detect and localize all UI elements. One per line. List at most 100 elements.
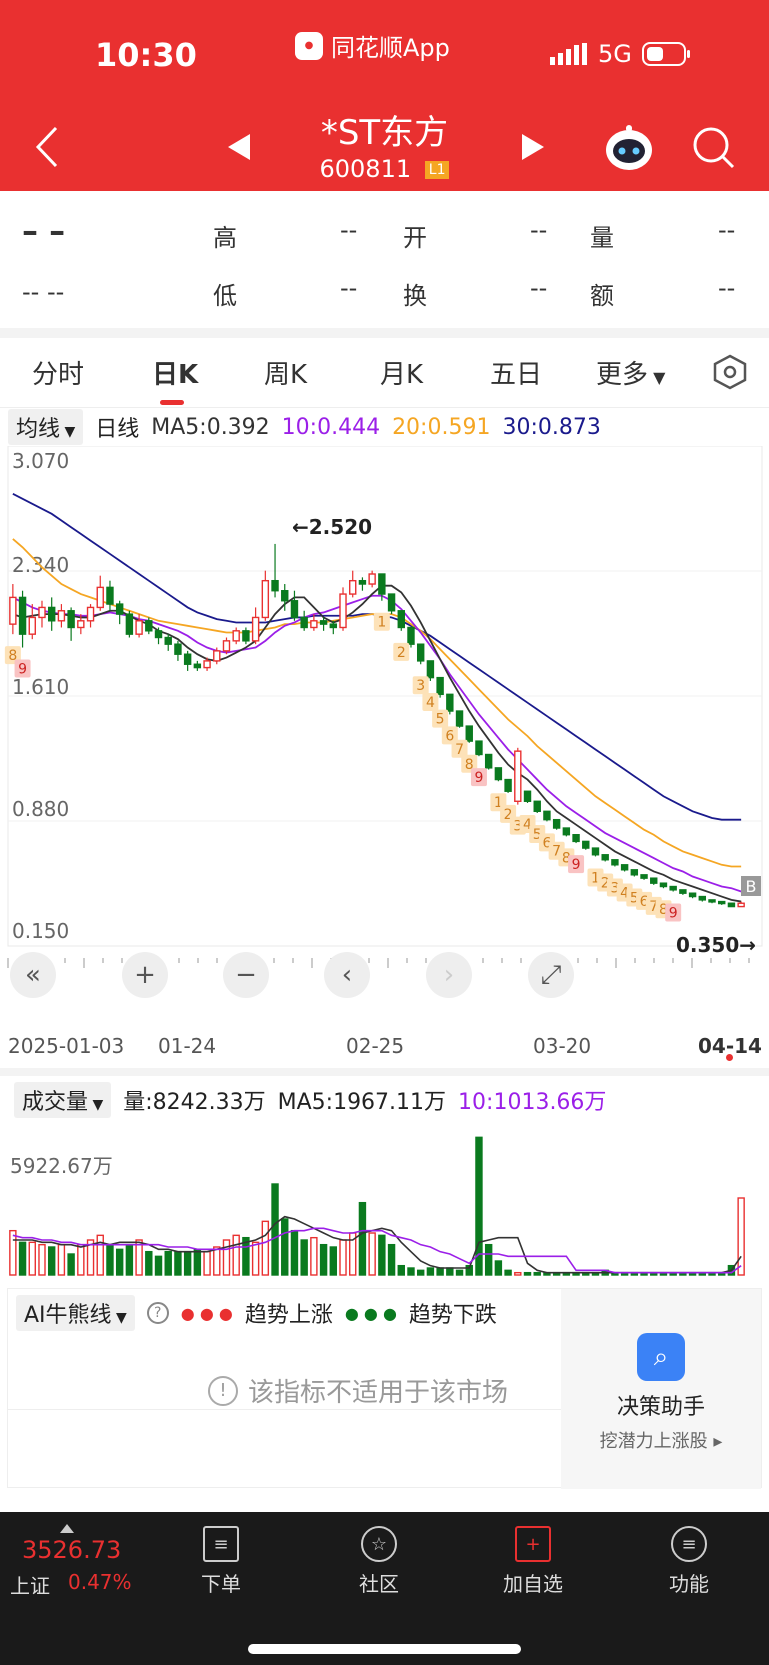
help-icon[interactable]: ? bbox=[146, 1302, 169, 1324]
candle bbox=[533, 800, 541, 813]
td-seq-number: 9 bbox=[474, 770, 483, 786]
volume-bar bbox=[281, 1218, 289, 1276]
td-seq-number: 9 bbox=[572, 857, 581, 873]
status-time: 10:30 bbox=[95, 36, 197, 74]
tab-monthly-k[interactable]: 月K bbox=[380, 354, 423, 391]
volume-bar bbox=[193, 1248, 202, 1276]
functions-button[interactable]: ≡ 功能 bbox=[644, 1526, 734, 1597]
caret-down-icon: ▼ bbox=[88, 1097, 104, 1113]
volume-chart[interactable]: 5922.67万 bbox=[0, 1120, 769, 1280]
volume-bar bbox=[28, 1241, 36, 1276]
volume-bar bbox=[319, 1243, 328, 1276]
volume-bar bbox=[115, 1248, 124, 1276]
tab-daily-k[interactable]: 日K bbox=[152, 354, 198, 391]
volume-bar bbox=[358, 1201, 367, 1276]
community-label: 社区 bbox=[359, 1572, 399, 1596]
chevron-down-icon: ▼ bbox=[648, 368, 666, 387]
panel-divider bbox=[8, 1409, 563, 1410]
tab-five-day[interactable]: 五日 bbox=[490, 354, 542, 391]
candle bbox=[300, 616, 308, 629]
rewind-icon[interactable]: « bbox=[10, 952, 56, 998]
scroll-left-icon[interactable]: ‹ bbox=[324, 952, 370, 998]
candle bbox=[688, 892, 697, 898]
trend-down-label: 趋势下跌 bbox=[408, 1303, 497, 1328]
volume-bar bbox=[416, 1269, 425, 1276]
volume-select[interactable]: 成交量 ▼ bbox=[14, 1082, 112, 1118]
volume-bar bbox=[397, 1264, 405, 1276]
assistant-sub-text: 挖潜力上涨股 bbox=[599, 1431, 708, 1452]
assistant-search-icon: ⌕ bbox=[637, 1333, 685, 1381]
candle bbox=[640, 874, 648, 879]
candle bbox=[203, 660, 211, 669]
candle bbox=[67, 610, 75, 629]
candle bbox=[679, 889, 687, 894]
community-button[interactable]: ☆ 社区 bbox=[334, 1526, 424, 1597]
scroll-right-icon[interactable]: › bbox=[426, 952, 472, 998]
tab-intraday[interactable]: 分时 bbox=[32, 354, 84, 391]
candle bbox=[358, 579, 367, 585]
high-annotation: ←2.520 bbox=[292, 515, 372, 539]
period-label: 日线 bbox=[95, 417, 140, 442]
indicator-select[interactable]: 均线 ▼ bbox=[8, 409, 84, 445]
volume-bar bbox=[183, 1250, 192, 1276]
tab-more[interactable]: 更多 ▼ bbox=[596, 354, 665, 391]
candle bbox=[455, 710, 464, 727]
label-low: 低 bbox=[213, 282, 237, 310]
volume-bar bbox=[290, 1229, 299, 1276]
candle bbox=[281, 590, 289, 602]
volume-value: 量:8242.33万 bbox=[123, 1090, 266, 1115]
volume-bar bbox=[300, 1239, 308, 1276]
candle bbox=[582, 840, 590, 849]
candle bbox=[378, 573, 386, 595]
volume-bar bbox=[125, 1243, 134, 1276]
candle bbox=[650, 877, 658, 884]
candle bbox=[145, 620, 153, 632]
volume-bar bbox=[504, 1269, 512, 1276]
td-seq-number: 5 bbox=[436, 712, 445, 728]
status-app-name: 同花顺App bbox=[331, 34, 450, 62]
value-low: -- bbox=[340, 274, 358, 302]
chart-controls: « + − ‹ › ⤢ bbox=[0, 952, 769, 1002]
candle bbox=[659, 882, 668, 888]
volume-bar bbox=[213, 1246, 221, 1276]
ma5-line bbox=[12, 584, 742, 903]
volume-bar bbox=[261, 1220, 270, 1276]
app-root: 10:30 ● 同花顺App 5G *ST东方 600811 L1 – – --… bbox=[0, 0, 769, 1665]
candle bbox=[504, 778, 512, 792]
status-right: 5G bbox=[550, 40, 692, 68]
kline-chart[interactable]: 3.0702.3401.6100.8800.15089123456789123 4… bbox=[0, 446, 769, 1016]
volume-bar bbox=[533, 1271, 541, 1276]
candle bbox=[514, 750, 522, 802]
next-stock-icon[interactable] bbox=[522, 134, 544, 160]
search-icon[interactable] bbox=[692, 126, 736, 170]
last-price: – – bbox=[22, 212, 66, 250]
settings-hexagon-icon[interactable] bbox=[712, 354, 748, 390]
ai-indicator-select[interactable]: AI牛熊线 ▼ bbox=[16, 1295, 135, 1331]
volume-ma10: 10:1013.66万 bbox=[458, 1090, 607, 1115]
document-icon: ≡ bbox=[203, 1526, 239, 1562]
tab-weekly-k[interactable]: 周K bbox=[264, 354, 307, 391]
volume-bar bbox=[18, 1241, 27, 1276]
candle bbox=[387, 593, 396, 612]
fullscreen-icon[interactable]: ⤢ bbox=[528, 952, 574, 998]
volume-bar bbox=[203, 1250, 211, 1276]
decision-assistant[interactable]: ⌕ 决策助手 挖潜力上涨股 ▸ bbox=[561, 1289, 761, 1489]
td-seq-number: 2 bbox=[397, 645, 406, 661]
candle bbox=[38, 606, 46, 619]
x-tick: 2025-01-03 bbox=[8, 1034, 125, 1058]
zoom-out-icon[interactable]: − bbox=[223, 952, 269, 998]
volume-bar bbox=[9, 1229, 17, 1276]
add-watchlist-button[interactable]: + 加自选 bbox=[488, 1526, 578, 1597]
candle bbox=[543, 810, 551, 821]
volume-bar bbox=[514, 1271, 522, 1276]
add-watchlist-label: 加自选 bbox=[503, 1572, 563, 1596]
y-tick-label: 0.150 bbox=[12, 919, 69, 943]
order-button[interactable]: ≡ 下单 bbox=[176, 1526, 266, 1597]
order-label: 下单 bbox=[201, 1572, 241, 1596]
candle bbox=[135, 620, 143, 635]
robot-assistant-icon[interactable] bbox=[604, 124, 654, 172]
volume-bar bbox=[251, 1241, 260, 1276]
value-open: -- bbox=[530, 216, 548, 244]
volume-select-label: 成交量 bbox=[22, 1090, 89, 1115]
zoom-in-icon[interactable]: + bbox=[122, 952, 168, 998]
